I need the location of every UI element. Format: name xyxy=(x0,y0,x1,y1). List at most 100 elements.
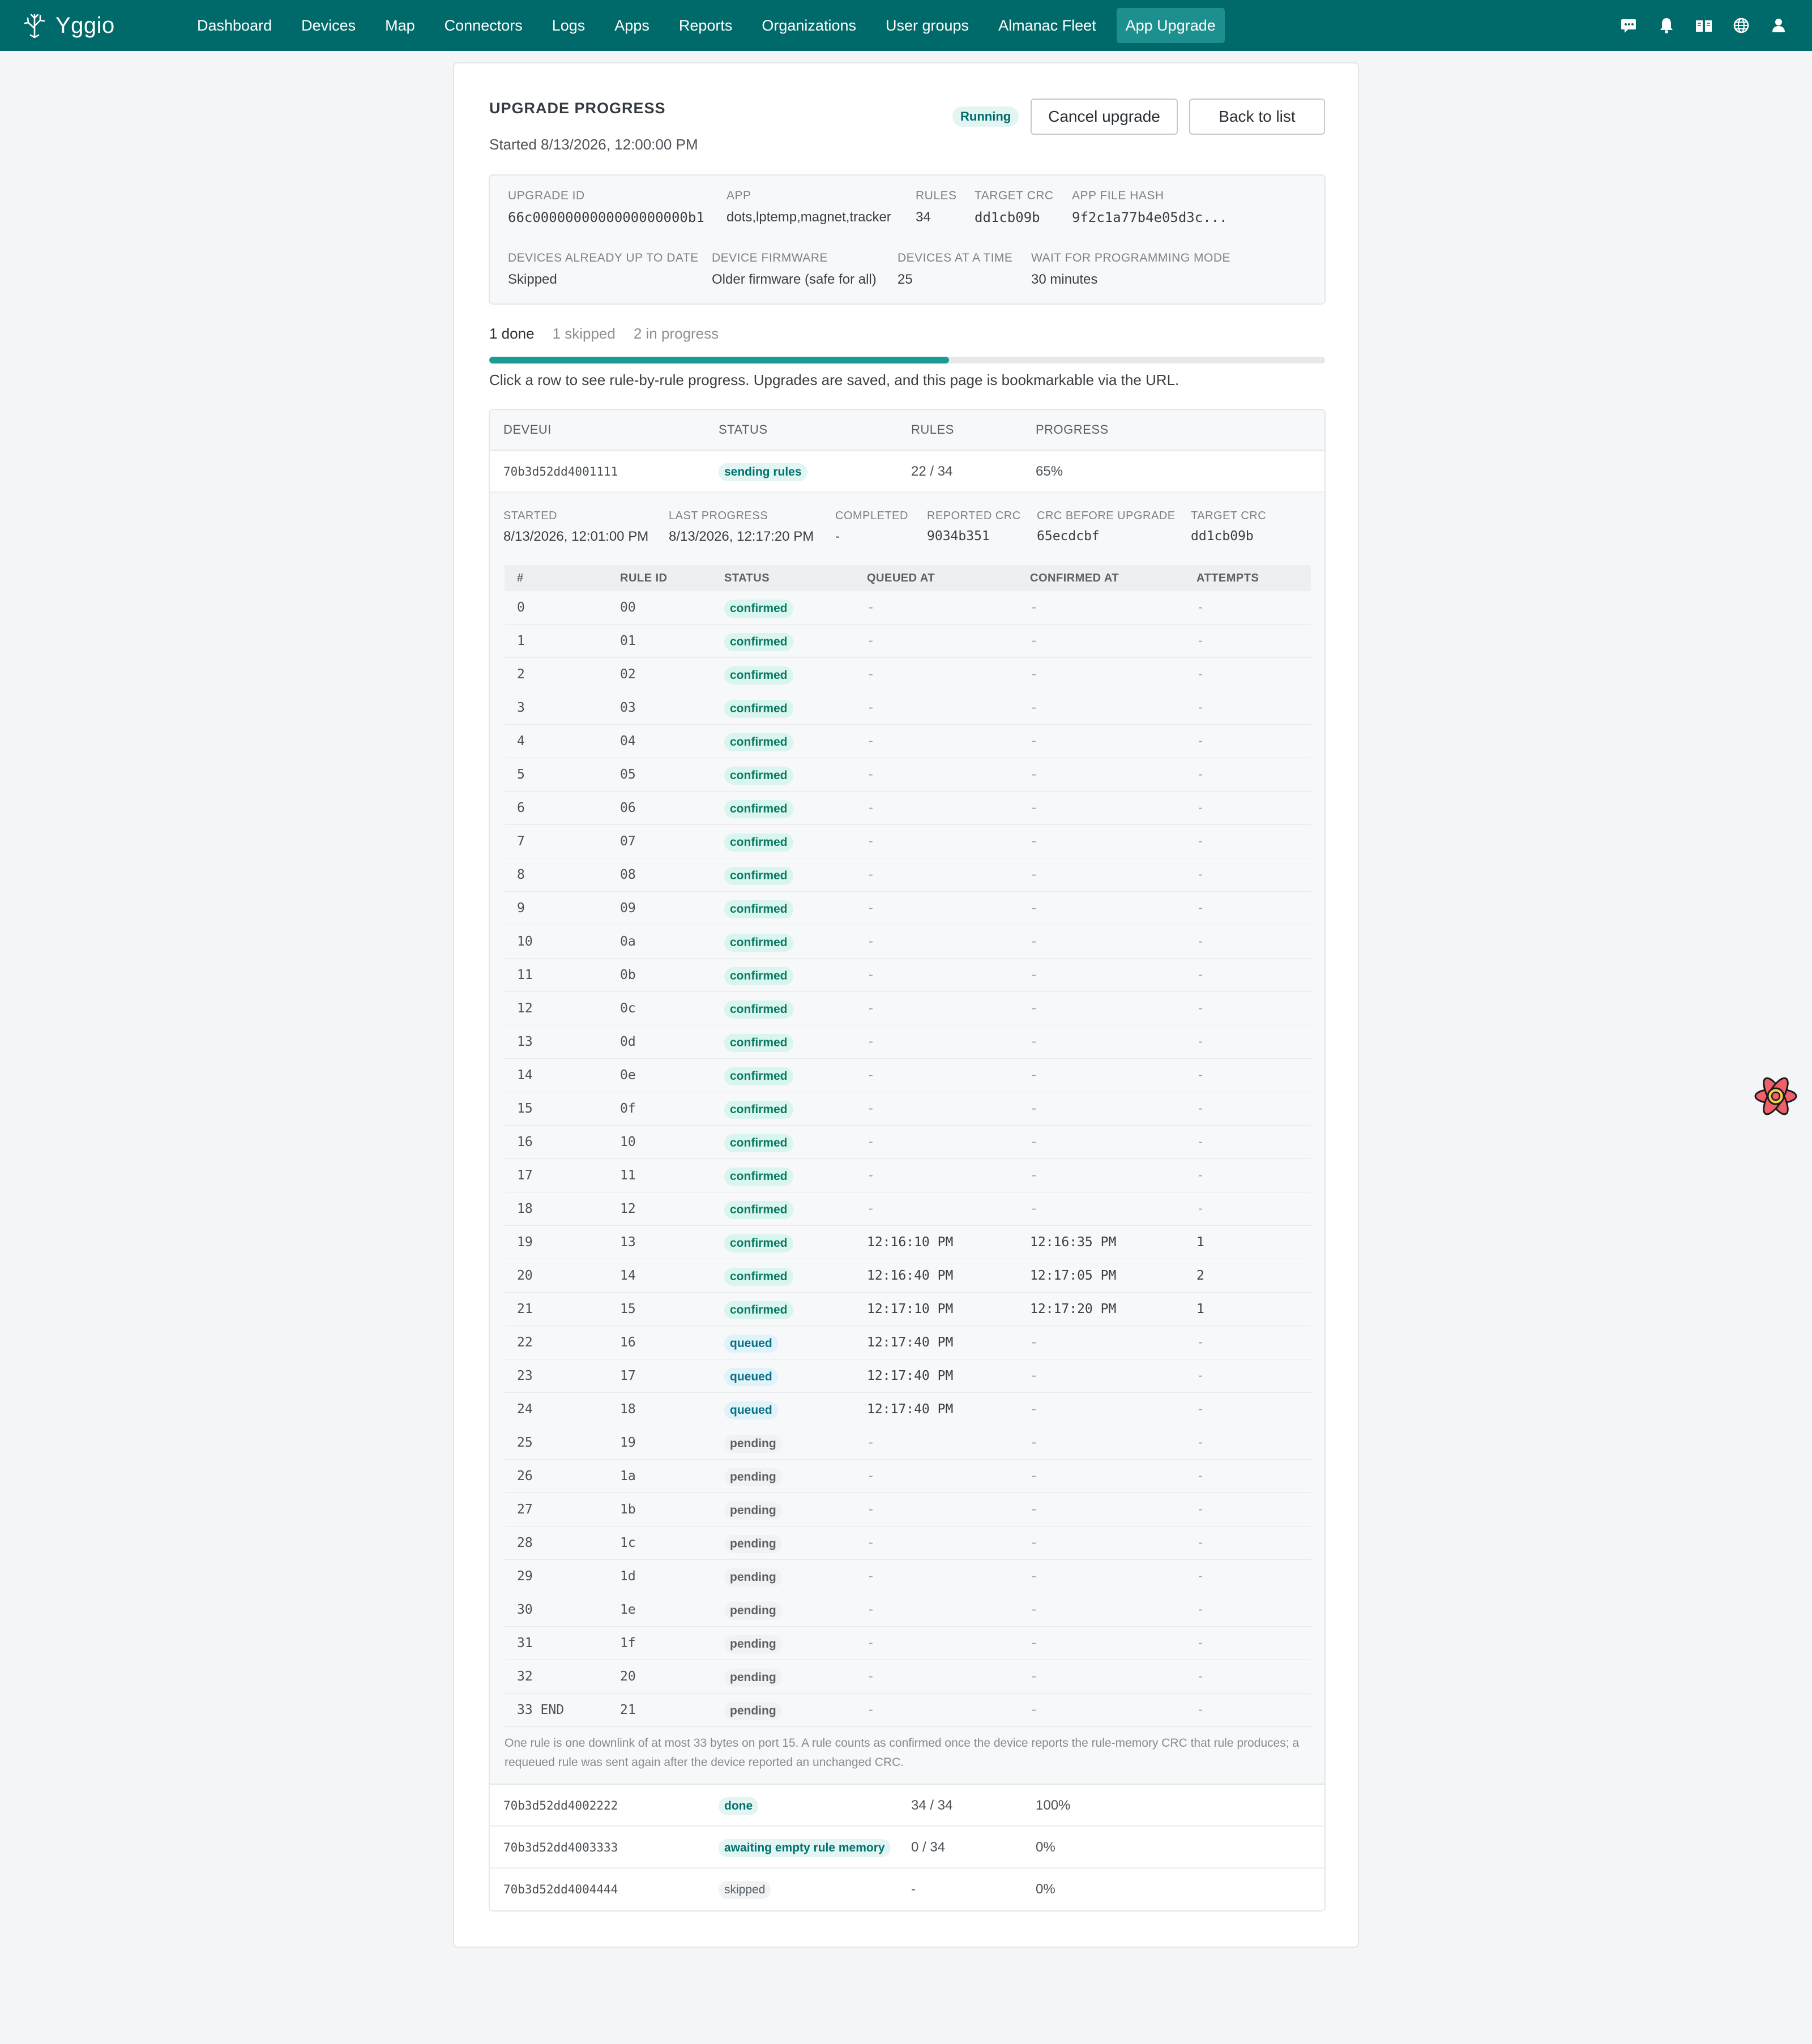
rule-confirmed-at: - xyxy=(1030,667,1038,682)
info-value: 34 xyxy=(916,209,931,225)
rule-confirmed-at: - xyxy=(1030,1502,1038,1517)
rule-header-confirmed-at: CONFIRMED AT xyxy=(1030,572,1119,584)
column-header-status: STATUS xyxy=(719,422,768,437)
rule-status-badge: confirmed xyxy=(724,666,793,685)
rule-status: confirmed xyxy=(724,1293,793,1325)
device-deveui: 70b3d52dd4002222 xyxy=(503,1799,618,1812)
rule-index: 2 xyxy=(517,667,525,682)
rule-status-badge: confirmed xyxy=(724,1200,793,1219)
rule-row: 5 05 confirmed - - - xyxy=(505,758,1311,792)
rule-index: 15 xyxy=(517,1101,533,1116)
rule-status-badge: queued xyxy=(724,1334,778,1353)
rule-confirmed-at: - xyxy=(1030,1669,1038,1684)
bell-icon[interactable] xyxy=(1648,0,1685,51)
info-app: APP dots,lptemp,magnet,tracker xyxy=(726,189,891,225)
info-label: DEVICES AT A TIME xyxy=(898,251,1013,264)
rule-attempts: - xyxy=(1196,934,1204,949)
rule-confirmed-at: - xyxy=(1030,1602,1038,1617)
nav-item-almanac-fleet[interactable]: Almanac Fleet xyxy=(984,8,1111,43)
nav-item-reports[interactable]: Reports xyxy=(664,8,747,43)
rule-attempts: - xyxy=(1196,1502,1204,1517)
rule-queued-at: - xyxy=(867,1502,875,1517)
brand-logo[interactable]: Yggio xyxy=(20,11,182,40)
rule-row: 9 09 confirmed - - - xyxy=(505,892,1311,925)
globe-icon[interactable] xyxy=(1723,0,1760,51)
tree-logo-icon xyxy=(24,14,45,39)
started-timestamp: Started 8/13/2026, 12:00:00 PM xyxy=(489,136,698,153)
cancel-upgrade-button[interactable]: Cancel upgrade xyxy=(1031,99,1178,135)
rule-row: 0 00 confirmed - - - xyxy=(505,591,1311,625)
detail-label-completed: COMPLETED xyxy=(835,510,908,522)
rule-status-badge: confirmed xyxy=(724,699,793,718)
rule-confirmed-at: 12:17:05 PM xyxy=(1030,1268,1117,1283)
rule-row: 7 07 confirmed - - - xyxy=(505,825,1311,858)
rule-status-badge: confirmed xyxy=(724,1067,793,1085)
device-table-header: DEVEUI STATUS RULES PROGRESS xyxy=(490,410,1324,451)
rule-attempts: - xyxy=(1196,734,1204,749)
rule-confirmed-at: - xyxy=(1030,801,1038,815)
rule-queued-at: - xyxy=(867,1703,875,1717)
message-icon[interactable] xyxy=(1610,0,1648,51)
nav-item-connectors[interactable]: Connectors xyxy=(430,8,537,43)
rule-queued-at: - xyxy=(867,1569,875,1584)
rule-status: pending xyxy=(724,1660,782,1693)
rule-confirmed-at: 12:16:35 PM xyxy=(1030,1235,1117,1250)
rule-queued-at: - xyxy=(867,1135,875,1149)
device-row[interactable]: 70b3d52dd4004444 skipped - 0% xyxy=(490,1868,1324,1910)
rule-row: 30 1e pending - - - xyxy=(505,1593,1311,1627)
tab-in-progress[interactable]: 2 in progress xyxy=(634,325,719,343)
rule-index: 30 xyxy=(517,1602,533,1617)
rule-queued-at: - xyxy=(867,1101,875,1116)
book-icon[interactable] xyxy=(1685,0,1723,51)
rule-status: pending xyxy=(724,1560,782,1593)
rule-status-badge: confirmed xyxy=(724,799,793,818)
nav-item-user-groups[interactable]: User groups xyxy=(871,8,984,43)
rule-row: 21 15 confirmed 12:17:10 PM 12:17:20 PM 1 xyxy=(505,1293,1311,1326)
rule-confirmed-at: - xyxy=(1030,1001,1038,1016)
tab-skipped[interactable]: 1 skipped xyxy=(553,325,616,343)
rule-status: pending xyxy=(724,1460,782,1493)
device-row-expanded[interactable]: 70b3d52dd4001111 sending rules 22 / 34 6… xyxy=(490,451,1324,493)
rule-id: 12 xyxy=(620,1201,636,1216)
back-to-list-button[interactable]: Back to list xyxy=(1189,99,1325,135)
react-devtools-icon[interactable] xyxy=(1752,1072,1800,1120)
detail-value-last-progress: 8/13/2026, 12:17:20 PM xyxy=(669,529,814,544)
rule-status-badge: confirmed xyxy=(724,1301,793,1319)
nav-item-devices[interactable]: Devices xyxy=(287,8,370,43)
user-icon[interactable] xyxy=(1760,0,1797,51)
rule-queued-at: - xyxy=(867,1636,875,1650)
rule-index: 0 xyxy=(517,600,525,615)
rule-status: confirmed xyxy=(724,1126,793,1158)
nav-item-map[interactable]: Map xyxy=(370,8,430,43)
rule-index: 26 xyxy=(517,1469,533,1483)
top-navbar: Yggio Dashboard Devices Map Connectors L… xyxy=(0,0,1812,51)
nav-item-apps[interactable]: Apps xyxy=(600,8,664,43)
nav-item-dashboard[interactable]: Dashboard xyxy=(182,8,287,43)
rule-index: 6 xyxy=(517,801,525,815)
overall-progress-bar xyxy=(489,357,1325,364)
device-table: DEVEUI STATUS RULES PROGRESS 70b3d52dd40… xyxy=(489,409,1326,1912)
device-deveui: 70b3d52dd4003333 xyxy=(503,1841,618,1854)
rule-table: # RULE ID STATUS QUEUED AT CONFIRMED AT … xyxy=(505,565,1311,1727)
rule-confirmed-at: - xyxy=(1030,834,1038,849)
rule-id: 16 xyxy=(620,1335,636,1350)
rule-status-badge: queued xyxy=(724,1401,778,1419)
tab-done[interactable]: 1 done xyxy=(489,325,535,343)
rule-queued-at: 12:17:40 PM xyxy=(867,1369,954,1383)
device-row[interactable]: 70b3d52dd4002222 done 34 / 34 100% xyxy=(490,1785,1324,1827)
rule-index: 18 xyxy=(517,1201,533,1216)
rule-attempts: - xyxy=(1196,1168,1204,1183)
rule-status-badge: pending xyxy=(724,1701,782,1720)
rule-queued-at: - xyxy=(867,1001,875,1016)
rule-queued-at: - xyxy=(867,801,875,815)
rule-index: 17 xyxy=(517,1168,533,1183)
rule-id: 0d xyxy=(620,1034,636,1049)
device-row[interactable]: 70b3d52dd4003333 awaiting empty rule mem… xyxy=(490,1827,1324,1868)
upgrade-info-panel: UPGRADE ID 66c0000000000000000000b1 APP … xyxy=(489,174,1326,305)
info-value: Skipped xyxy=(508,272,557,287)
nav-item-logs[interactable]: Logs xyxy=(537,8,600,43)
rule-status-badge: pending xyxy=(724,1534,782,1553)
nav-item-organizations[interactable]: Organizations xyxy=(747,8,871,43)
rule-attempts: - xyxy=(1196,600,1204,615)
nav-item-app-upgrade[interactable]: App Upgrade xyxy=(1116,8,1225,43)
